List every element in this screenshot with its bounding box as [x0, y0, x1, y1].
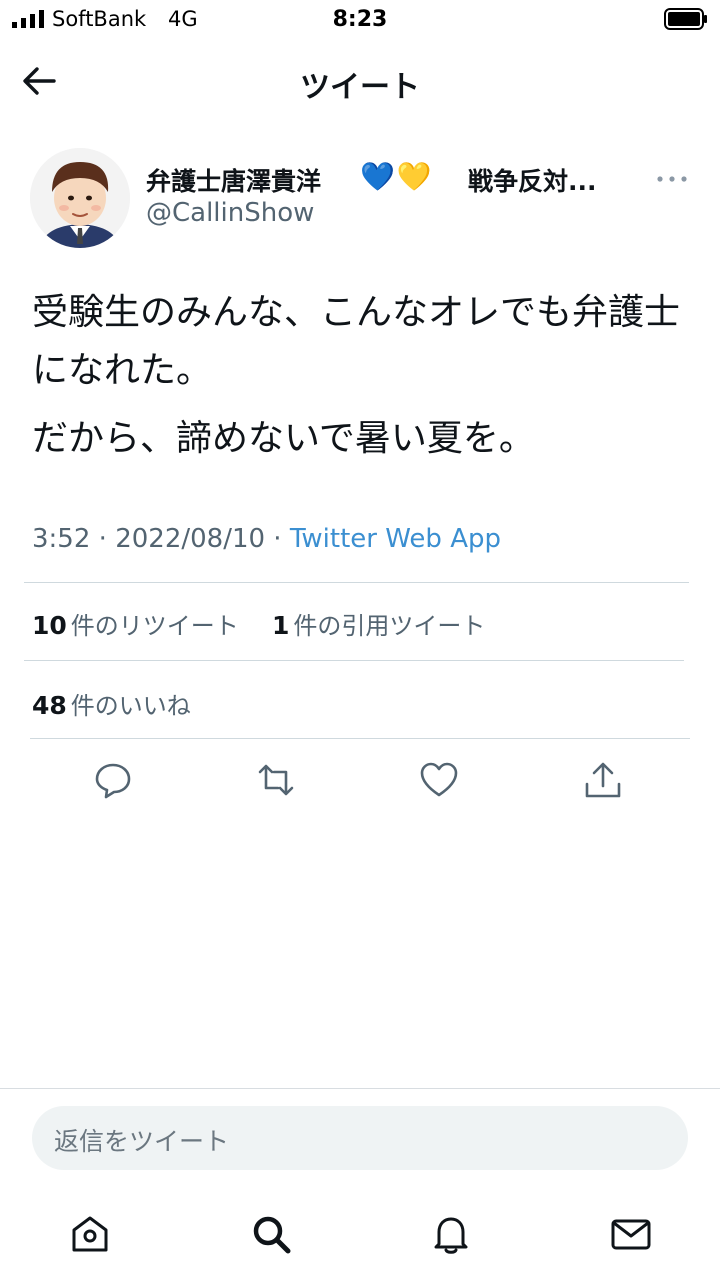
retweets-stat[interactable]: 10 件のリツイート — [32, 606, 239, 641]
retweets-label: 件のリツイート — [70, 612, 239, 640]
likes-stat[interactable]: 48 件のいいね — [32, 686, 191, 721]
author-handle[interactable]: @CallinShow — [146, 198, 314, 228]
page-title: ツイート — [300, 70, 420, 105]
reply-placeholder: 返信をツイート — [54, 1127, 230, 1156]
divider — [24, 582, 689, 583]
tweet-actions — [0, 758, 720, 808]
tweet-line-2: だから、諦めないで暑い夏を。 — [32, 418, 535, 459]
status-bar: SoftBank 4G 8:23 — [0, 0, 720, 40]
bottom-tab-bar — [0, 1200, 720, 1270]
more-options-icon[interactable] — [652, 166, 692, 192]
tweet-date: 2022/08/10 — [115, 524, 266, 554]
avatar-illustration — [30, 148, 130, 248]
quotes-label: 件の引用ツイート — [293, 612, 486, 640]
meta-separator: · — [265, 524, 290, 554]
like-heart-icon[interactable] — [419, 760, 459, 800]
tweet-time: 3:52 — [32, 524, 91, 554]
quotes-stat[interactable]: 1 件の引用ツイート — [272, 606, 485, 641]
retweets-count: 10 — [32, 611, 67, 640]
share-icon[interactable] — [583, 760, 623, 800]
reply-icon[interactable] — [93, 760, 133, 800]
quotes-count: 1 — [272, 611, 290, 640]
retweet-icon[interactable] — [256, 760, 296, 800]
tweet-source-link[interactable]: Twitter Web App — [290, 524, 501, 554]
tweet-meta: 3:52 · 2022/08/10 · Twitter Web App — [32, 524, 501, 554]
likes-count: 48 — [32, 691, 67, 720]
avatar[interactable] — [30, 148, 130, 248]
notifications-bell-icon[interactable] — [429, 1212, 473, 1256]
header: ツイート — [0, 40, 720, 120]
divider — [30, 738, 690, 739]
status-time: 8:23 — [332, 7, 388, 32]
reply-input[interactable]: 返信をツイート — [32, 1106, 688, 1170]
heart-emojis: 💙💛 — [360, 160, 434, 193]
meta-separator: · — [90, 524, 116, 554]
messages-envelope-icon[interactable] — [609, 1212, 653, 1256]
tweet-text: 受験生のみんな、こんなオレでも弁護士になれた。 だから、諦めないで暑い夏を。 — [32, 284, 692, 468]
divider — [0, 1088, 720, 1089]
battery-icon — [664, 8, 707, 30]
search-icon[interactable] — [249, 1212, 293, 1256]
author-name-suffix[interactable]: 戦争反対... — [468, 162, 597, 198]
home-icon[interactable] — [68, 1212, 112, 1256]
likes-label: 件のいいね — [70, 692, 191, 720]
tweet-line-1: 受験生のみんな、こんなオレでも弁護士になれた。 — [32, 292, 681, 391]
author-name[interactable]: 弁護士唐澤貴洋 — [146, 162, 321, 198]
divider — [24, 660, 684, 661]
